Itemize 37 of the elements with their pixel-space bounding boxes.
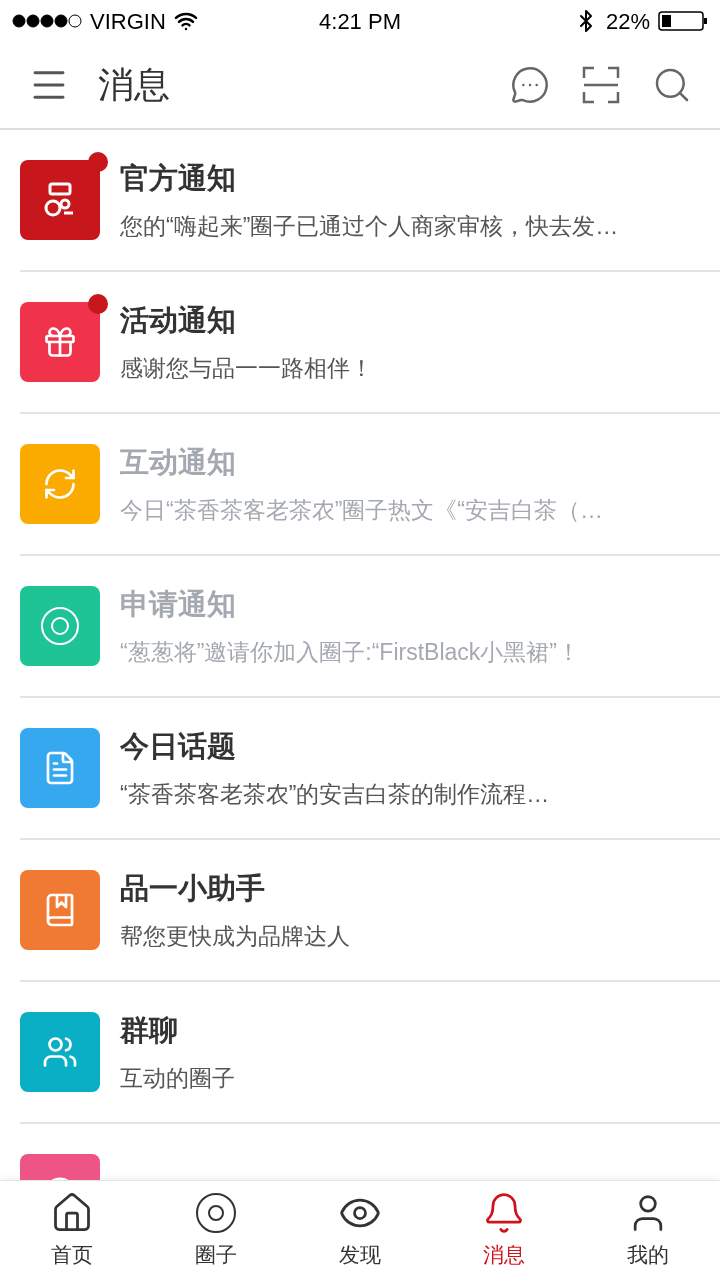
message-preview: 互动的圈子 [120,1063,235,1093]
gift-icon [42,324,78,360]
message-preview: 帮您更快成为品牌达人 [120,921,350,951]
message-title: 品一小助手 [120,871,266,906]
message-preview: “葱葱将”邀请你加入圈子:“FirstBlack小黑裙”！ [120,637,580,667]
tab-item[interactable]: 消息 [432,1181,576,1280]
tab-item[interactable]: 首页 [0,1181,144,1280]
chat-button[interactable] [510,65,550,105]
signal-icon [12,14,82,28]
message-preview: 感谢您与品一一路相伴！ [120,353,373,383]
clock-time: 4:21 PM [318,7,402,36]
message-item[interactable]: 官方通知 您的“嗨起来”圈子已通过个人商家审核，快去发… [20,130,720,272]
carrier-name: VIRGIN [90,7,166,36]
page-title: 消息 [98,63,171,107]
message-title: 申请通知 [120,587,237,622]
tab-item[interactable]: 我的 [576,1181,720,1280]
battery-percent: 22% [605,7,650,36]
battery-icon [658,11,708,31]
message-preview: 您的“嗨起来”圈子已通过个人商家审核，快去发… [120,211,619,241]
people-icon [42,1034,78,1070]
refresh-icon [42,466,78,502]
message-title: 群聊 [120,1013,179,1048]
message-title: 官方通知 [120,161,237,196]
tab-item[interactable]: 圈子 [144,1181,288,1280]
message-title: 活动通知 [120,303,237,338]
message-title: 互动通知 [120,445,237,480]
message-preview: 今日“茶香茶客老茶农”圈子热文《“安吉白茶（… [120,495,603,525]
target-icon [40,606,80,646]
message-item[interactable]: 品一小助手 帮您更快成为品牌达人 [20,840,720,982]
message-preview: “茶香茶客老茶农”的安吉白茶的制作流程… [120,779,550,809]
scan-button[interactable] [582,66,620,104]
message-item[interactable]: 活动通知 感谢您与品一一路相伴！ [20,272,720,414]
message-title: 今日话题 [120,729,237,764]
tab-item[interactable]: 发现 [288,1181,432,1280]
ring-icon [194,1190,238,1235]
message-item[interactable]: 群聊 互动的圈子 [20,982,720,1124]
message-item[interactable]: 今日话题 “茶香茶客老茶农”的安吉白茶的制作流程… [20,698,720,840]
